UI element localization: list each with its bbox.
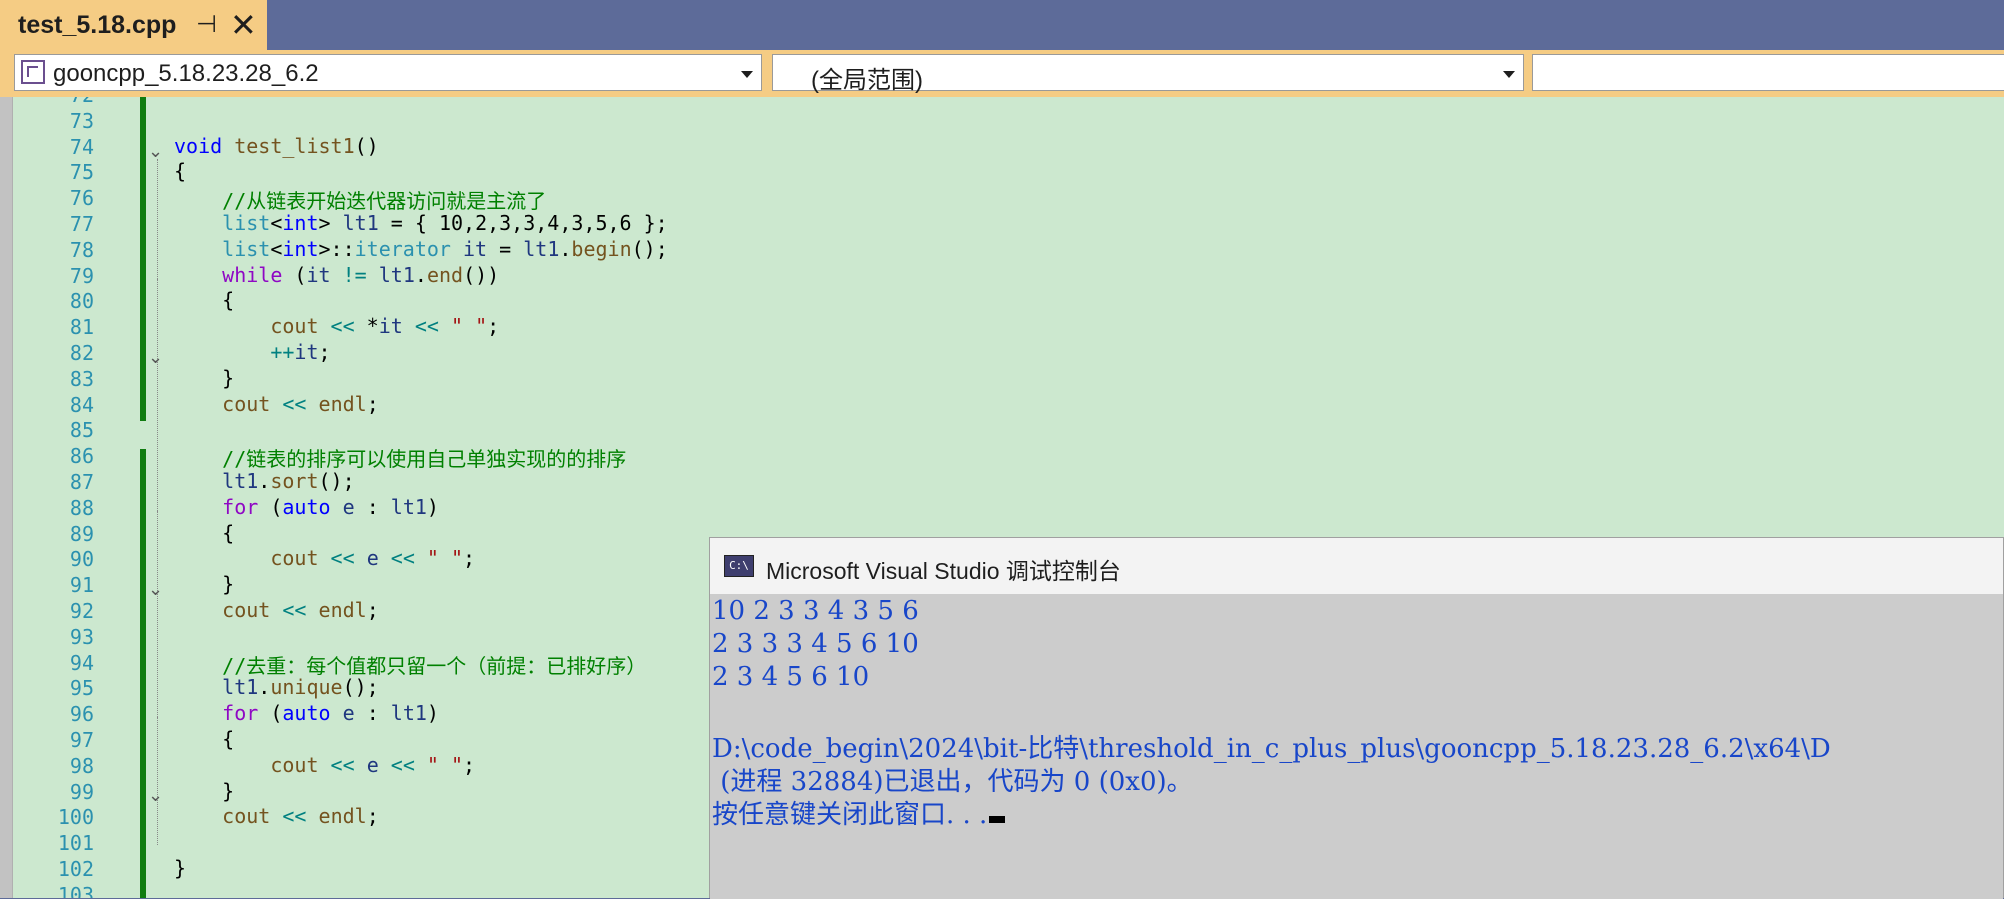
code-text: cout << endl; <box>222 598 379 622</box>
code-line[interactable]: 80 { <box>0 287 2004 313</box>
code-line[interactable]: 79 while (it != lt1.end()) <box>0 262 2004 288</box>
line-number: 89 <box>69 521 94 546</box>
line-number: 82 <box>69 341 94 365</box>
code-text: } <box>174 778 235 803</box>
console-line-text: 按任意键关闭此窗口. . . <box>712 800 988 830</box>
document-tab[interactable]: test_5.18.cpp ⊣ ✕ <box>0 0 267 50</box>
code-line[interactable]: 72 <box>0 97 2004 107</box>
code-text: cout << e << " "; <box>270 546 476 571</box>
console-line: 按任意键关闭此窗口. . . <box>712 794 1006 831</box>
code-line[interactable]: 76 //从链表开始迭代器访问就是主流了 <box>0 184 2004 213</box>
close-icon[interactable]: ✕ <box>230 6 257 44</box>
line-number: 92 <box>69 599 94 623</box>
code-text: cout << endl; <box>222 391 379 416</box>
line-number: 87 <box>69 470 94 494</box>
console-line: D:\code_begin\2024\bit-比特\threshold_in_c… <box>712 734 1831 764</box>
console-line: 2 3 4 5 6 10 <box>712 662 870 692</box>
code-line[interactable]: 83 } <box>0 365 2004 391</box>
code-line[interactable]: 85 <box>0 416 2004 442</box>
line-number: 75 <box>69 160 94 185</box>
code-text: list<int>::iterator it = lt1.begin(); <box>222 236 668 261</box>
console-title-bar[interactable]: C:\ Microsoft Visual Studio 调试控制台 <box>710 538 2003 594</box>
code-text: { <box>174 727 235 751</box>
code-line[interactable]: 84 cout << endl; <box>0 391 2004 417</box>
code-line[interactable]: 86 //链表的排序可以使用自己单独实现的的排序 <box>0 442 2004 471</box>
code-text: cout << *it << " "; <box>270 314 500 339</box>
line-number: 98 <box>69 753 94 778</box>
code-line[interactable]: 78 list<int>::iterator it = lt1.begin(); <box>0 236 2004 262</box>
line-number: 95 <box>69 676 94 701</box>
document-tab-title: test_5.18.cpp <box>18 10 177 39</box>
pin-icon[interactable]: ⊣ <box>196 10 217 38</box>
line-number: 73 <box>69 108 94 133</box>
line-number: 81 <box>69 315 94 340</box>
line-number: 85 <box>69 418 94 443</box>
code-text: } <box>174 856 187 880</box>
code-line[interactable]: 88 for (auto e : lt1) <box>0 494 2004 520</box>
project-icon <box>21 60 45 84</box>
code-text: cout << endl; <box>222 804 379 829</box>
code-text: lt1.sort(); <box>222 469 355 493</box>
console-output[interactable]: 10 2 3 3 4 3 5 6 2 3 3 3 4 5 6 10 2 3 4 … <box>710 594 2003 899</box>
line-number: 100 <box>57 805 94 830</box>
code-line[interactable]: 73 <box>0 107 2004 133</box>
line-number: 102 <box>57 857 94 881</box>
line-number: 78 <box>69 237 94 262</box>
code-line[interactable]: 74 void test_list1() <box>0 133 2004 159</box>
code-text: for (auto e : lt1) <box>222 701 439 726</box>
line-number: 74 <box>69 134 94 159</box>
chevron-down-icon <box>1503 71 1515 78</box>
code-text: void test_list1() <box>174 133 379 158</box>
code-line[interactable]: 81 cout << *it << " "; <box>0 313 2004 339</box>
line-number: 94 <box>69 650 94 675</box>
code-text: lt1.unique(); <box>222 675 379 700</box>
code-line[interactable]: 77 list<int> lt1 = { 10,2,3,3,4,3,5,6 }; <box>0 210 2004 236</box>
chevron-down-icon <box>741 71 753 78</box>
member-dropdown[interactable] <box>1532 54 2004 91</box>
document-tab-strip: test_5.18.cpp ⊣ ✕ <box>0 0 2004 50</box>
scope-dropdown[interactable]: (全局范围) <box>772 54 1524 94</box>
code-line[interactable]: 82 ++it; <box>0 339 2004 365</box>
line-number: 83 <box>69 366 94 391</box>
code-text: ++it; <box>270 340 331 364</box>
code-text: list<int> lt1 = { 10,2,3,3,4,3,5,6 }; <box>222 211 668 235</box>
line-number: 88 <box>69 495 94 520</box>
line-number: 72 <box>20 97 94 107</box>
console-line: 10 2 3 3 4 3 5 6 <box>712 596 919 626</box>
debug-console-window[interactable]: C:\ Microsoft Visual Studio 调试控制台 10 2 3… <box>709 537 2004 899</box>
line-number: 80 <box>69 289 94 314</box>
console-title: Microsoft Visual Studio 调试控制台 <box>766 558 1121 584</box>
line-number: 103 <box>57 882 94 898</box>
line-number: 76 <box>69 186 94 211</box>
line-number: 99 <box>69 779 94 804</box>
code-text: } <box>174 572 235 597</box>
text-cursor <box>989 816 1006 823</box>
code-text: { <box>174 520 235 545</box>
line-number: 91 <box>69 573 94 598</box>
line-number: 86 <box>69 444 94 469</box>
console-line: 2 3 3 3 4 5 6 10 <box>712 629 919 659</box>
line-number: 77 <box>69 212 94 236</box>
line-number: 93 <box>69 624 94 649</box>
scope-dropdown-value: (全局范围) <box>811 67 923 94</box>
code-text: cout << e << " "; <box>270 752 476 777</box>
code-text: for (auto e : lt1) <box>222 494 439 519</box>
line-number: 79 <box>69 263 94 288</box>
navigation-bar: gooncpp_5.18.23.28_6.2 (全局范围) <box>0 50 2004 97</box>
code-text: while (it != lt1.end()) <box>222 262 500 287</box>
line-number: 90 <box>69 547 94 572</box>
project-dropdown-value: gooncpp_5.18.23.28_6.2 <box>53 60 319 87</box>
project-dropdown[interactable]: gooncpp_5.18.23.28_6.2 <box>14 54 762 91</box>
code-line[interactable]: 87 lt1.sort(); <box>0 468 2004 494</box>
line-number: 84 <box>69 392 94 417</box>
console-app-icon: C:\ <box>724 555 754 577</box>
console-line: (进程 32884)已退出，代码为 0 (0x0)。 <box>712 767 1193 797</box>
code-text: } <box>174 365 235 390</box>
code-text: { <box>174 159 187 184</box>
code-line[interactable]: 75 { <box>0 158 2004 184</box>
code-text: { <box>174 288 235 313</box>
line-number: 97 <box>69 728 94 752</box>
line-number: 96 <box>69 702 94 727</box>
line-number: 101 <box>57 831 94 856</box>
